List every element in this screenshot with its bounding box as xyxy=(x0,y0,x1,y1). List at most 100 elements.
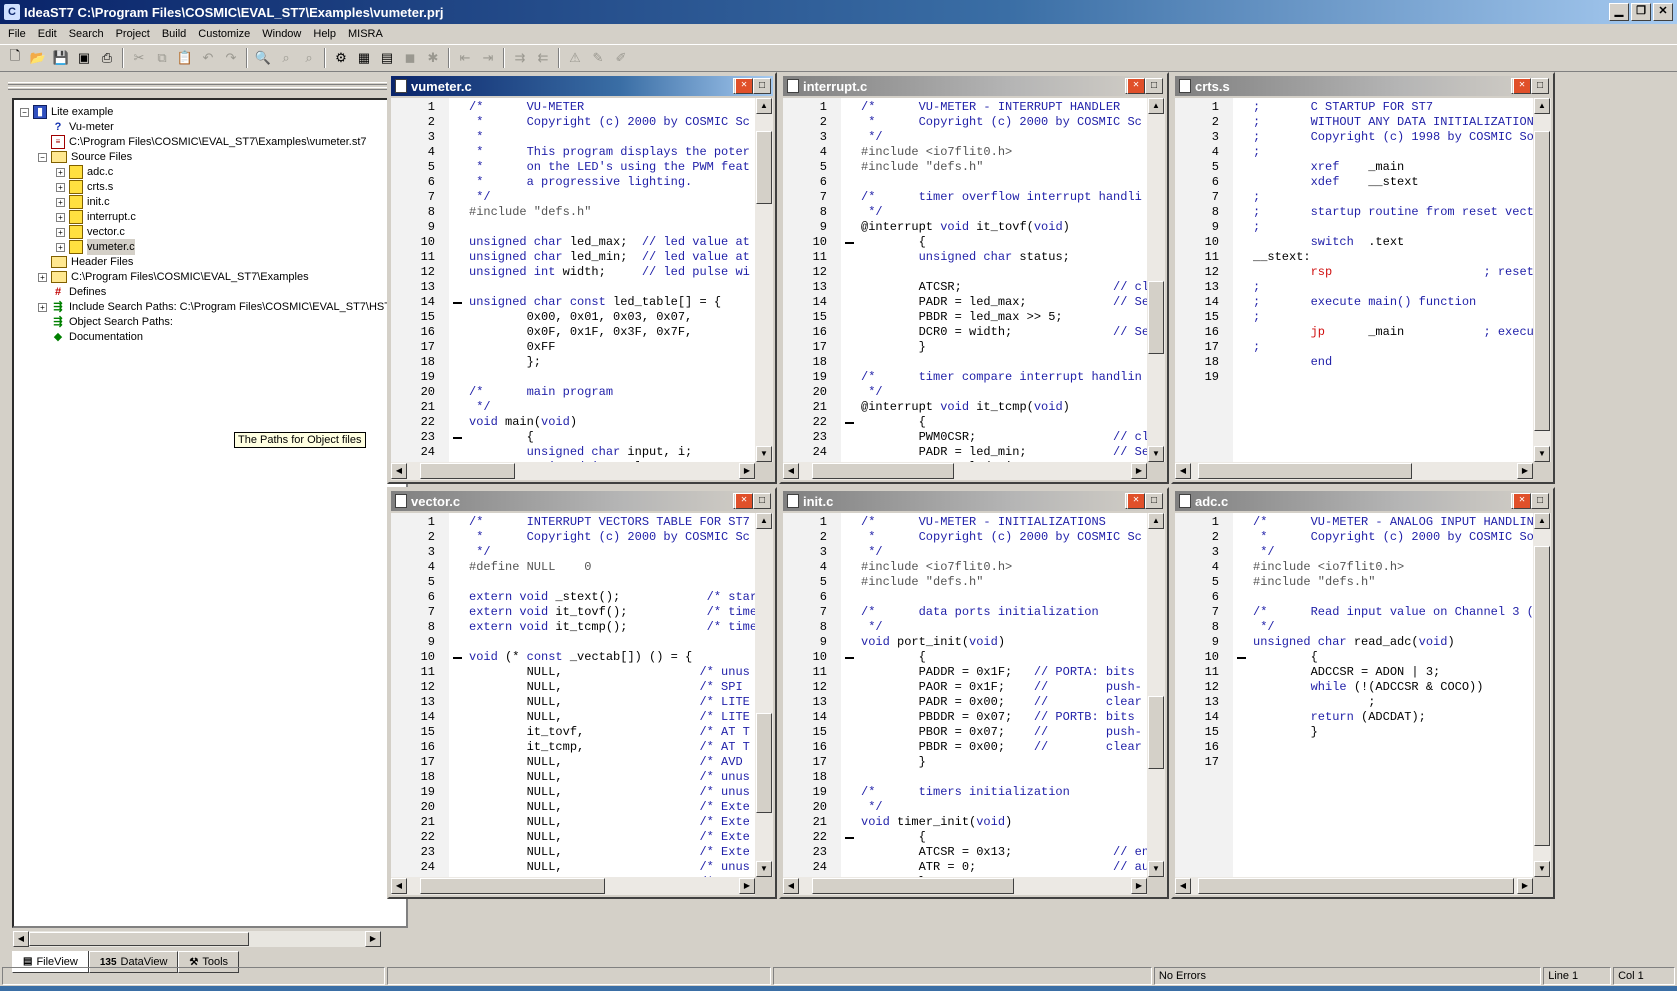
scroll-left-icon[interactable]: ◀ xyxy=(391,878,407,894)
menu-edit[interactable]: Edit xyxy=(32,28,63,40)
scroll-right-icon[interactable]: ▶ xyxy=(1131,878,1147,894)
tree-node[interactable]: Header Files xyxy=(38,254,133,270)
menu-project[interactable]: Project xyxy=(110,28,156,40)
tree-expander-icon[interactable]: + xyxy=(38,302,47,312)
editor-maximize-button[interactable]: □ xyxy=(1145,493,1163,509)
misra-check-icon[interactable]: ✎ xyxy=(587,47,609,69)
menu-window[interactable]: Window xyxy=(256,28,307,40)
title-bar[interactable]: C IdeaST7 C:\Program Files\COSMIC\EVAL_S… xyxy=(0,0,1677,24)
tree-expander-icon[interactable]: + xyxy=(56,227,65,237)
editor-title-bar[interactable]: adc.c ▁□✕ xyxy=(1175,491,1551,511)
scroll-left-icon[interactable]: ◀ xyxy=(783,878,799,894)
minimize-button[interactable]: ▁ xyxy=(1609,3,1629,21)
scroll-thumb[interactable] xyxy=(1197,878,1515,894)
editor-window-vumeter-c[interactable]: vumeter.c▁□✕1234567891011121314151617181… xyxy=(387,72,777,484)
horizontal-scrollbar[interactable]: ◀ ▶ xyxy=(391,462,755,480)
scroll-left-icon[interactable]: ◀ xyxy=(1175,878,1191,894)
vertical-scrollbar[interactable]: ▲ ▼ xyxy=(1147,98,1165,462)
scroll-thumb[interactable] xyxy=(1148,281,1164,355)
menu-build[interactable]: Build xyxy=(156,28,192,40)
tree-node[interactable]: ◆ Documentation xyxy=(38,329,143,345)
tree-node[interactable]: # Defines xyxy=(38,284,106,300)
scroll-thumb[interactable] xyxy=(29,932,249,946)
print-icon[interactable]: ⎙ xyxy=(96,47,118,69)
menu-search[interactable]: Search xyxy=(63,28,110,40)
scroll-down-icon[interactable]: ▼ xyxy=(1148,861,1164,877)
scroll-up-icon[interactable]: ▲ xyxy=(1148,98,1164,114)
editor-close-button[interactable]: ✕ xyxy=(1127,78,1145,94)
tree-expander-icon[interactable]: + xyxy=(56,167,65,177)
scroll-left-icon[interactable]: ◀ xyxy=(13,931,29,947)
code-area[interactable]: /* VU-METER - ANALOG INPUT HANDLING * Co… xyxy=(1251,513,1533,877)
scroll-thumb[interactable] xyxy=(1197,463,1413,479)
fold-marker-icon[interactable] xyxy=(845,657,854,659)
tree-expander-icon[interactable]: + xyxy=(56,212,65,222)
scroll-right-icon[interactable]: ▶ xyxy=(1131,463,1147,479)
copy-icon[interactable]: ⧉ xyxy=(151,47,173,69)
editor-close-button[interactable]: ✕ xyxy=(1513,78,1531,94)
menu-help[interactable]: Help xyxy=(307,28,342,40)
scroll-down-icon[interactable]: ▼ xyxy=(1534,861,1550,877)
editor-maximize-button[interactable]: □ xyxy=(1531,78,1549,94)
tree-node[interactable]: + init.c xyxy=(56,194,110,210)
find-prev-icon[interactable]: ⌕ xyxy=(298,47,320,69)
save-icon[interactable]: 💾 xyxy=(50,47,72,69)
tree-node[interactable]: ≡ C:\Program Files\COSMIC\EVAL_ST7\Exampl… xyxy=(38,134,367,150)
editor-window-vector-c[interactable]: vector.c▁□✕12345678910111213141516171819… xyxy=(387,487,777,899)
editor-maximize-button[interactable]: □ xyxy=(1531,493,1549,509)
pane-gripper[interactable] xyxy=(8,87,388,90)
find-icon[interactable]: 🔍 xyxy=(252,47,274,69)
editor-title-bar[interactable]: interrupt.c ▁□✕ xyxy=(783,76,1165,96)
vertical-scrollbar[interactable]: ▲ ▼ xyxy=(755,98,773,462)
bookmark-next-icon[interactable]: ⇥ xyxy=(477,47,499,69)
tree-node[interactable]: + vector.c xyxy=(56,224,125,240)
tree-node[interactable]: + ⇶ Include Search Paths: C:\Program Files… xyxy=(38,299,406,315)
scroll-thumb[interactable] xyxy=(420,878,606,894)
tree-node[interactable]: + interrupt.c xyxy=(56,209,136,225)
scroll-thumb[interactable] xyxy=(756,130,772,205)
project-tree[interactable]: − ▮ Lite example? Vu-meter ≡ C:\Program Files… xyxy=(12,98,408,928)
scroll-down-icon[interactable]: ▼ xyxy=(1148,446,1164,462)
editor-title-bar[interactable]: vector.c ▁□✕ xyxy=(391,491,773,511)
tree-node[interactable]: − ▮ Lite example xyxy=(20,104,113,120)
scroll-right-icon[interactable]: ▶ xyxy=(1517,878,1533,894)
menu-misra[interactable]: MISRA xyxy=(342,28,389,40)
tree-node[interactable]: + crts.s xyxy=(56,179,113,195)
editor-close-button[interactable]: ✕ xyxy=(735,78,753,94)
tree-expander-icon[interactable]: + xyxy=(56,182,65,192)
tree-expander-icon[interactable]: + xyxy=(56,197,65,207)
menu-file[interactable]: File xyxy=(2,28,32,40)
code-area[interactable]: /* INTERRUPT VECTORS TABLE FOR ST7 * Cop… xyxy=(467,513,755,877)
tree-expander-icon[interactable]: + xyxy=(56,242,65,252)
rebuild-icon[interactable]: ▤ xyxy=(376,47,398,69)
scroll-thumb[interactable] xyxy=(812,878,1015,894)
tree-node[interactable]: + C:\Program Files\COSMIC\EVAL_ST7\Exampl… xyxy=(38,269,309,285)
horizontal-scrollbar[interactable]: ◀ ▶ xyxy=(1175,462,1533,480)
scroll-up-icon[interactable]: ▲ xyxy=(1534,98,1550,114)
scroll-thumb[interactable] xyxy=(756,712,772,813)
editor-maximize-button[interactable]: □ xyxy=(753,493,771,509)
debug-icon[interactable]: ✱ xyxy=(422,47,444,69)
editor-window-adc-c[interactable]: adc.c▁□✕1234567891011121314151617/* VU-M… xyxy=(1171,487,1555,899)
scroll-thumb[interactable] xyxy=(1148,696,1164,770)
fold-marker-icon[interactable] xyxy=(1237,657,1246,659)
tree-node[interactable]: + vumeter.c xyxy=(56,239,135,255)
tree-node[interactable]: ? Vu-meter xyxy=(38,119,114,135)
scroll-up-icon[interactable]: ▲ xyxy=(1534,513,1550,529)
editor-close-button[interactable]: ✕ xyxy=(735,493,753,509)
open-folder-icon[interactable]: 📂 xyxy=(27,47,49,69)
menu-customize[interactable]: Customize xyxy=(192,28,256,40)
vertical-scrollbar[interactable]: ▲ ▼ xyxy=(755,513,773,877)
misra-report-icon[interactable]: ✐ xyxy=(610,47,632,69)
scroll-thumb[interactable] xyxy=(1534,545,1550,847)
tree-node[interactable]: + adc.c xyxy=(56,164,113,180)
scroll-right-icon[interactable]: ▶ xyxy=(1517,463,1533,479)
fold-marker-icon[interactable] xyxy=(453,657,462,659)
editor-title-bar[interactable]: vumeter.c ▁□✕ xyxy=(391,76,773,96)
indent-icon[interactable]: ⇉ xyxy=(509,47,531,69)
redo-icon[interactable]: ↷ xyxy=(220,47,242,69)
tree-horizontal-scrollbar[interactable]: ◀ ▶ xyxy=(12,930,382,948)
code-area[interactable]: /* VU-METER - INTERRUPT HANDLER * Copyri… xyxy=(859,98,1147,462)
maximize-button[interactable]: ❐ xyxy=(1631,3,1651,21)
stop-build-icon[interactable]: ◼ xyxy=(399,47,421,69)
